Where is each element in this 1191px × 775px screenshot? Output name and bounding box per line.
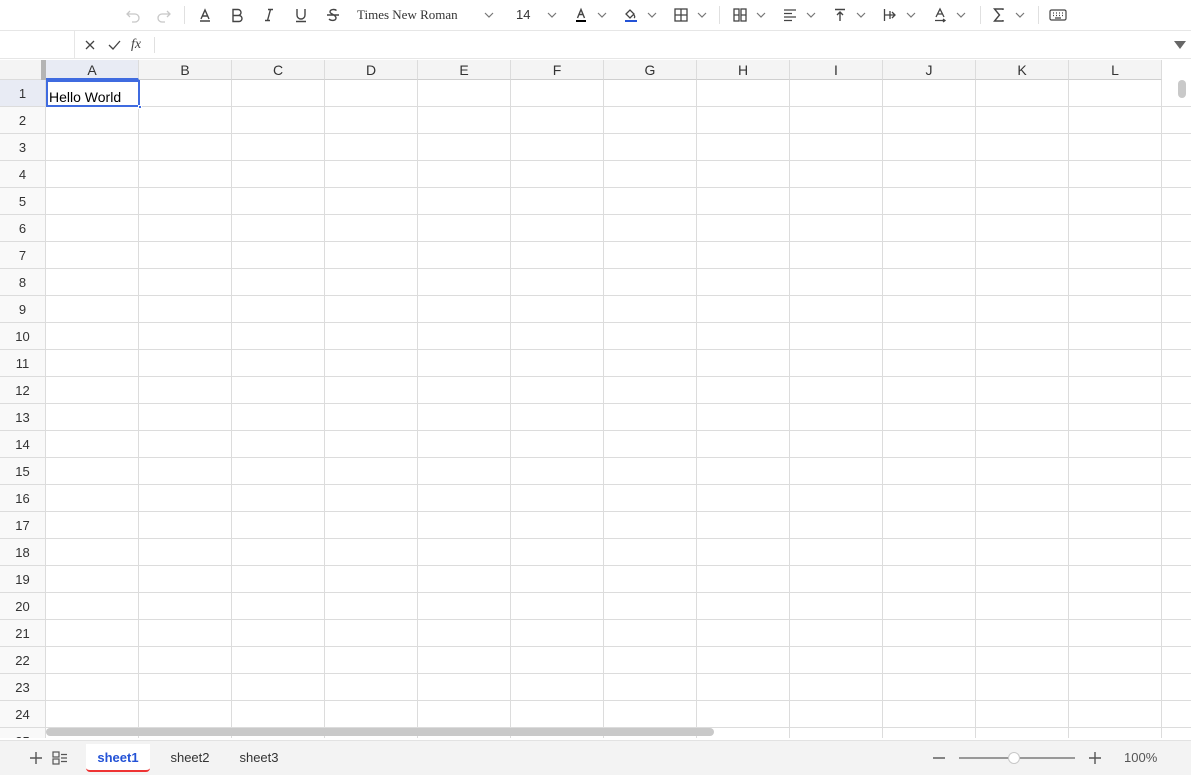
zoom-slider-knob[interactable] [1007, 752, 1020, 764]
column-header-j[interactable]: J [883, 60, 976, 80]
merge-cells-icon[interactable] [731, 3, 749, 27]
chevron-down-icon[interactable] [695, 3, 709, 27]
font-family-select[interactable]: Times New Roman [357, 3, 458, 27]
chevron-down-icon[interactable] [954, 3, 968, 27]
row-header-20[interactable]: 20 [0, 593, 46, 620]
toolbar: Times New Roman 14 [0, 0, 1191, 30]
zoom-out-icon[interactable] [930, 749, 948, 767]
row-header-15[interactable]: 15 [0, 458, 46, 485]
column-header-i[interactable]: I [790, 60, 883, 80]
cancel-edit-icon[interactable] [83, 34, 97, 56]
row-header-19[interactable]: 19 [0, 566, 46, 593]
formula-divider [154, 37, 155, 53]
bold-icon[interactable] [228, 3, 246, 27]
toolbar-divider [980, 6, 981, 24]
row-header-11[interactable]: 11 [0, 350, 46, 377]
underline-icon[interactable] [292, 3, 310, 27]
keyboard-icon[interactable] [1048, 3, 1068, 27]
sheet-list-icon[interactable] [51, 749, 69, 767]
zoom-in-icon[interactable] [1086, 749, 1104, 767]
sum-icon[interactable] [990, 3, 1008, 27]
column-header-k[interactable]: K [976, 60, 1069, 80]
row-header-8[interactable]: 8 [0, 269, 46, 296]
row-header-2[interactable]: 2 [0, 107, 46, 134]
font-color-icon[interactable] [572, 3, 590, 27]
undo-icon[interactable] [124, 3, 142, 27]
row-header-14[interactable]: 14 [0, 431, 46, 458]
chevron-down-icon[interactable] [645, 3, 659, 27]
text-wrap-icon[interactable] [881, 3, 899, 27]
vertical-scrollbar-thumb[interactable] [1178, 80, 1186, 98]
chevron-down-icon[interactable] [545, 3, 559, 27]
formula-input[interactable] [158, 33, 1163, 57]
italic-icon[interactable] [260, 3, 278, 27]
select-all-corner[interactable] [0, 60, 46, 80]
fx-icon[interactable]: fx [131, 34, 141, 56]
text-rotate-icon[interactable] [931, 3, 949, 27]
chevron-down-icon[interactable] [482, 3, 496, 27]
chevron-down-icon[interactable] [804, 3, 818, 27]
sheet-tab-sheet2[interactable]: sheet2 [160, 744, 220, 772]
row-header-3[interactable]: 3 [0, 134, 46, 161]
column-header-h[interactable]: H [697, 60, 790, 80]
row-header-7[interactable]: 7 [0, 242, 46, 269]
sheet-bar: sheet1 sheet2 sheet3 100% [0, 740, 1191, 775]
column-header-l[interactable]: L [1069, 60, 1162, 80]
strikethrough-icon[interactable] [324, 3, 342, 27]
cell-area[interactable] [46, 80, 1191, 738]
row-header-22[interactable]: 22 [0, 647, 46, 674]
row-header-21[interactable]: 21 [0, 620, 46, 647]
fill-handle[interactable] [138, 105, 142, 109]
toolbar-divider [184, 6, 185, 24]
row-header-9[interactable]: 9 [0, 296, 46, 323]
chevron-down-icon[interactable] [595, 3, 609, 27]
zoom-level: 100% [1124, 750, 1158, 765]
formula-bar: fx [0, 30, 1191, 59]
row-header-5[interactable]: 5 [0, 188, 46, 215]
confirm-edit-icon[interactable] [106, 34, 122, 56]
row-header-23[interactable]: 23 [0, 674, 46, 701]
column-header-e[interactable]: E [418, 60, 511, 80]
expand-formula-icon[interactable] [1172, 37, 1188, 53]
chevron-down-icon[interactable] [1013, 3, 1027, 27]
horizontal-scrollbar-thumb[interactable] [46, 728, 714, 736]
row-header-17[interactable]: 17 [0, 512, 46, 539]
toolbar-divider [1038, 6, 1039, 24]
row-header-24[interactable]: 24 [0, 701, 46, 728]
font-size-select[interactable]: 14 [516, 3, 530, 27]
fill-color-icon[interactable] [622, 3, 640, 27]
column-header-g[interactable]: G [604, 60, 697, 80]
chevron-down-icon[interactable] [854, 3, 868, 27]
row-header-18[interactable]: 18 [0, 539, 46, 566]
row-header-13[interactable]: 13 [0, 404, 46, 431]
column-header-c[interactable]: C [232, 60, 325, 80]
row-header-25[interactable]: 25 [0, 728, 46, 738]
sheet-tab-sheet3[interactable]: sheet3 [230, 744, 288, 772]
cell-name-box[interactable] [0, 31, 75, 59]
column-header-f[interactable]: F [511, 60, 604, 80]
toolbar-divider [719, 6, 720, 24]
row-header-12[interactable]: 12 [0, 377, 46, 404]
add-sheet-icon[interactable] [27, 749, 45, 767]
column-header-a[interactable]: A [46, 60, 139, 80]
row-header-6[interactable]: 6 [0, 215, 46, 242]
column-header-d[interactable]: D [325, 60, 418, 80]
border-icon[interactable] [672, 3, 690, 27]
spreadsheet-grid: ABCDEFGHIJKL 1 2 3 4 5 6 7 8 9 10 11 12 13 14 15 16 17 18… [0, 60, 1191, 738]
row-header-4[interactable]: 4 [0, 161, 46, 188]
clear-format-icon[interactable] [196, 3, 214, 27]
vertical-align-icon[interactable] [831, 3, 849, 27]
column-header-b[interactable]: B [139, 60, 232, 80]
row-header-10[interactable]: 10 [0, 323, 46, 350]
sheet-tab-sheet1[interactable]: sheet1 [86, 744, 150, 772]
selected-cell[interactable]: Hello World [46, 80, 140, 107]
chevron-down-icon[interactable] [754, 3, 768, 27]
chevron-down-icon[interactable] [904, 3, 918, 27]
redo-icon[interactable] [155, 3, 173, 27]
horizontal-align-icon[interactable] [781, 3, 799, 27]
row-header-1[interactable]: 1 [0, 80, 46, 107]
horizontal-scrollbar[interactable] [46, 727, 1176, 737]
row-header-16[interactable]: 16 [0, 485, 46, 512]
